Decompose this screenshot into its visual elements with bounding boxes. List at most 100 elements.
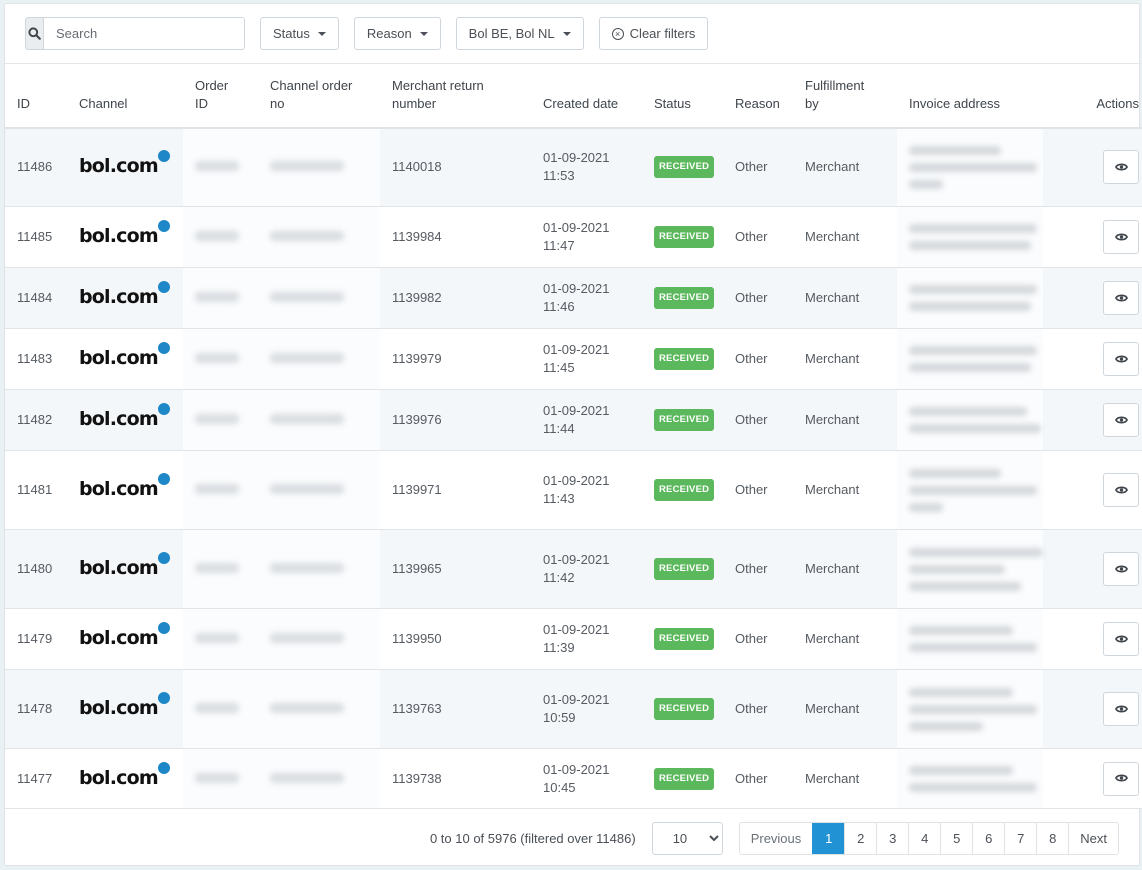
cell-actions xyxy=(1043,669,1142,749)
redacted-text xyxy=(909,145,1001,155)
table-row: 11478 bol.com 1139763 01-09-2021 10:59 RE… xyxy=(5,669,1142,749)
view-return-button[interactable] xyxy=(1103,342,1139,376)
search-icon[interactable] xyxy=(26,18,44,49)
filter-toolbar: Status Reason Bol BE, Bol NL × Clear fil… xyxy=(5,4,1139,63)
view-return-button[interactable] xyxy=(1103,403,1139,437)
cell-channel: bol.com xyxy=(67,669,183,749)
view-return-button[interactable] xyxy=(1103,622,1139,656)
cell-channel: bol.com xyxy=(67,328,183,390)
column-header-channel-order-no[interactable]: Channel order no xyxy=(258,63,380,129)
column-header-invoice-address[interactable]: Invoice address xyxy=(897,63,1043,129)
cell-id: 11484 xyxy=(5,267,67,329)
column-header-status[interactable]: Status xyxy=(642,63,723,129)
cell-fulfillment-by: Merchant xyxy=(793,450,897,530)
cell-status: RECEIVED xyxy=(642,608,723,670)
cell-invoice-address xyxy=(897,206,1043,268)
redacted-text xyxy=(909,241,1031,250)
cell-channel: bol.com xyxy=(67,267,183,329)
pagination-page[interactable]: 4 xyxy=(908,822,940,854)
cell-channel-order-no xyxy=(258,328,380,390)
cell-actions xyxy=(1043,450,1142,530)
bol-com-logo: bol.com xyxy=(79,403,170,429)
pagination-page[interactable]: 5 xyxy=(940,822,972,854)
cell-created-date: 01-09-2021 11:45 xyxy=(531,328,642,390)
redacted-text xyxy=(909,643,1037,652)
cell-created-date: 01-09-2021 10:45 xyxy=(531,748,642,809)
clear-filters-label: Clear filters xyxy=(629,26,696,41)
cell-invoice-address xyxy=(897,127,1043,207)
cell-created-date: 01-09-2021 11:46 xyxy=(531,267,642,329)
cell-status: RECEIVED xyxy=(642,669,723,749)
eye-icon xyxy=(1114,352,1128,367)
reason-filter-button[interactable]: Reason xyxy=(353,17,441,50)
redacted-text xyxy=(909,485,1037,495)
cell-merchant-return-number: 1139965 xyxy=(380,529,531,609)
cell-actions xyxy=(1043,608,1142,670)
column-header-created-date[interactable]: Created date xyxy=(531,63,642,129)
cell-reason: Other xyxy=(723,608,793,670)
column-header-actions: Actions xyxy=(1043,63,1142,129)
view-return-button[interactable] xyxy=(1103,761,1139,796)
column-header-channel[interactable]: Channel xyxy=(67,63,183,129)
column-header-fulfillment-by[interactable]: Fulfillment by xyxy=(793,63,897,129)
pagination: Previous 1 2 3 4 5 6 7 8 Next xyxy=(738,821,1119,855)
redacted-text xyxy=(270,353,344,363)
caret-down-icon xyxy=(419,31,428,36)
pagination-page[interactable]: 7 xyxy=(1004,822,1036,854)
bol-com-logo: bol.com xyxy=(79,692,170,718)
redacted-text xyxy=(195,292,239,302)
view-return-button[interactable] xyxy=(1103,220,1139,254)
cell-order-id xyxy=(183,328,258,390)
clear-filters-button[interactable]: × Clear filters xyxy=(598,17,709,50)
cell-merchant-return-number: 1139976 xyxy=(380,389,531,451)
cell-invoice-address xyxy=(897,328,1043,390)
table-row: 11481 bol.com 1139971 01-09-2021 11:43 RE… xyxy=(5,450,1142,530)
page-size-select[interactable]: 10 xyxy=(651,821,723,855)
cell-merchant-return-number: 1139950 xyxy=(380,608,531,670)
cell-order-id xyxy=(183,267,258,329)
pagination-page[interactable]: 6 xyxy=(972,822,1004,854)
column-header-merchant-return-number[interactable]: Merchant return number xyxy=(380,63,531,129)
eye-icon xyxy=(1114,771,1128,786)
cell-merchant-return-number: 1139971 xyxy=(380,450,531,530)
channel-filter-label: Bol BE, Bol NL xyxy=(468,26,555,41)
column-header-order-id[interactable]: Order ID xyxy=(183,63,258,129)
pagination-previous[interactable]: Previous xyxy=(740,823,813,854)
pagination-page[interactable]: 1 xyxy=(812,822,845,854)
pagination-next[interactable]: Next xyxy=(1068,822,1118,854)
search-input[interactable] xyxy=(44,18,244,49)
cell-invoice-address xyxy=(897,267,1043,329)
reason-filter-label: Reason xyxy=(366,26,412,41)
redacted-text xyxy=(909,285,1037,294)
status-filter-button[interactable]: Status xyxy=(260,17,339,50)
cell-channel: bol.com xyxy=(67,450,183,530)
logo-dot-icon xyxy=(157,552,170,564)
cell-id: 11478 xyxy=(5,669,67,749)
table-row: 11480 bol.com 1139965 01-09-2021 11:42 RE… xyxy=(5,529,1142,609)
eye-icon xyxy=(1114,632,1128,647)
cell-order-id xyxy=(183,127,258,207)
column-header-id[interactable]: ID xyxy=(5,63,67,129)
view-return-button[interactable] xyxy=(1103,473,1139,507)
cell-channel-order-no xyxy=(258,267,380,329)
view-return-button[interactable] xyxy=(1103,692,1139,726)
view-return-button[interactable] xyxy=(1103,281,1139,315)
cell-order-id xyxy=(183,748,258,809)
view-return-button[interactable] xyxy=(1103,150,1139,185)
pagination-page[interactable]: 8 xyxy=(1036,822,1068,854)
pagination-page[interactable]: 2 xyxy=(844,822,876,854)
table-row: 11479 bol.com 1139950 01-09-2021 11:39 RE… xyxy=(5,608,1142,670)
channel-filter-button[interactable]: Bol BE, Bol NL xyxy=(455,17,584,50)
cell-fulfillment-by: Merchant xyxy=(793,529,897,609)
cell-reason: Other xyxy=(723,529,793,609)
status-badge: RECEIVED xyxy=(654,698,715,720)
column-header-reason[interactable]: Reason xyxy=(723,63,793,129)
pagination-page[interactable]: 3 xyxy=(876,822,908,854)
redacted-text xyxy=(195,231,239,241)
bol-com-logo: bol.com xyxy=(79,473,170,499)
table-row: 11485 bol.com 1139984 01-09-2021 11:47 RE… xyxy=(5,206,1142,268)
cell-channel: bol.com xyxy=(67,608,183,670)
view-return-button[interactable] xyxy=(1103,552,1139,586)
cell-fulfillment-by: Merchant xyxy=(793,608,897,670)
cell-channel-order-no xyxy=(258,127,380,207)
